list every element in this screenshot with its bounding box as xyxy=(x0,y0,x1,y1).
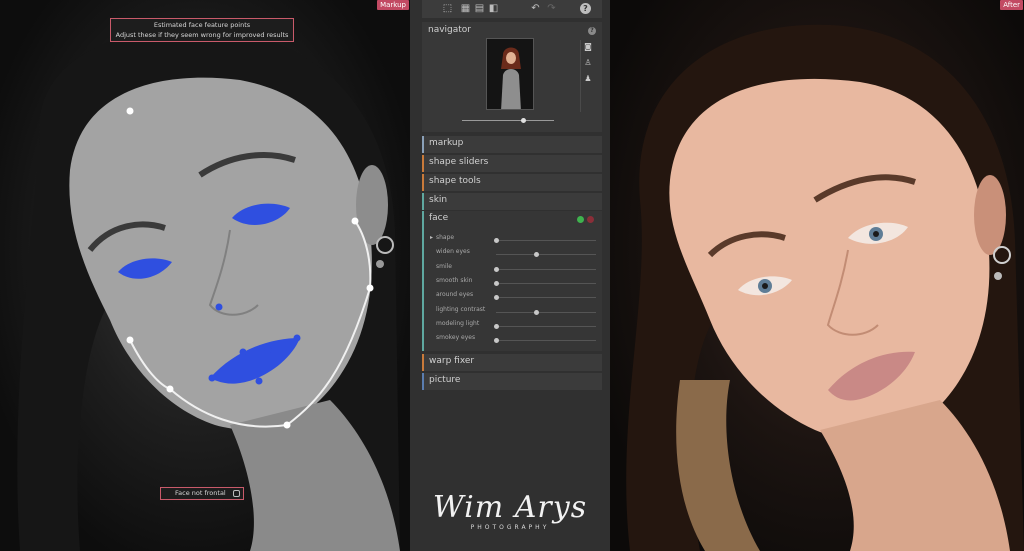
section-skin-label: skin xyxy=(429,195,448,205)
slider-label: modeling light xyxy=(436,319,480,327)
slider-handle[interactable] xyxy=(494,295,499,301)
person-icon[interactable]: ♙ xyxy=(583,58,593,68)
control-panel: ⬚ ▦ ▤ ◧ ↶ ↷ ? navigator ? ◙ ♙ ♟ markup s… xyxy=(410,0,610,551)
face-detect-icon[interactable]: ◙ xyxy=(583,42,593,52)
slider-label: smokey eyes xyxy=(436,334,476,342)
slider-track[interactable] xyxy=(494,266,596,272)
slider-track[interactable] xyxy=(494,280,596,286)
compare-view-icon[interactable]: ◧ xyxy=(488,3,499,14)
body-icon[interactable]: ♟ xyxy=(583,74,593,84)
face-not-frontal-toggle[interactable]: Face not frontal xyxy=(160,487,244,500)
redo-icon[interactable]: ↷ xyxy=(546,3,557,14)
slider-around-eyes[interactable]: around eyes xyxy=(424,290,602,302)
slider-smooth-skin[interactable]: smooth skin xyxy=(424,276,602,288)
zoom-slider[interactable] xyxy=(462,118,554,123)
slider-label: lighting contrast xyxy=(436,305,486,313)
slider-track[interactable] xyxy=(494,295,596,301)
watermark: Wim Arys PHOTOGRAPHY xyxy=(410,490,610,546)
slider-shape[interactable]: ▸ shape xyxy=(424,233,602,245)
photo-editor-window: Markup Estimated face feature points Adj… xyxy=(0,0,1024,551)
section-markup[interactable]: markup xyxy=(422,136,602,153)
section-shape-sliders[interactable]: shape sliders xyxy=(422,155,602,172)
slider-handle[interactable] xyxy=(534,252,539,258)
section-warp-fixer-label: warp fixer xyxy=(429,356,475,366)
face-not-frontal-checkbox[interactable] xyxy=(233,490,240,497)
slider-handle[interactable] xyxy=(494,266,499,272)
section-skin[interactable]: skin xyxy=(422,193,602,210)
slider-handle[interactable] xyxy=(534,309,539,315)
slider-track[interactable] xyxy=(494,238,596,243)
navigator-help-icon[interactable]: ? xyxy=(588,27,596,35)
section-markup-label: markup xyxy=(429,138,464,148)
slider-label: shape xyxy=(436,234,455,241)
slider-track[interactable] xyxy=(494,338,596,344)
section-picture[interactable]: picture xyxy=(422,373,602,390)
markup-view[interactable]: Markup Estimated face feature points Adj… xyxy=(0,0,410,551)
feature-points-tooltip: Estimated face feature points Adjust the… xyxy=(110,18,294,42)
slider-label: smooth skin xyxy=(436,276,473,284)
undo-icon[interactable]: ↶ xyxy=(530,3,541,14)
slider-smile[interactable]: smile xyxy=(424,262,602,274)
section-shape-tools-label: shape tools xyxy=(429,176,481,186)
slider-handle[interactable] xyxy=(494,238,499,243)
section-shape-sliders-label: shape sliders xyxy=(429,157,489,167)
after-view-label: After xyxy=(1000,0,1023,10)
slider-handle[interactable] xyxy=(494,280,499,286)
section-picture-label: picture xyxy=(429,375,461,385)
slider-widen-eyes[interactable]: widen eyes xyxy=(424,247,602,259)
after-view[interactable]: After xyxy=(610,0,1024,551)
slider-track[interactable] xyxy=(496,252,596,258)
select-tool-icon[interactable]: ⬚ xyxy=(442,3,453,14)
slider-smokey-eyes[interactable]: smokey eyes xyxy=(424,333,602,345)
navigator-panel: navigator ? ◙ ♙ ♟ xyxy=(422,22,602,132)
section-warp-fixer[interactable]: warp fixer xyxy=(422,354,602,371)
after-photo xyxy=(626,24,1024,551)
slider-handle[interactable] xyxy=(494,323,499,329)
slider-modeling-light[interactable]: modeling light xyxy=(424,319,602,331)
help-icon[interactable]: ? xyxy=(580,3,591,14)
watermark-name: Wim Arys xyxy=(432,490,588,525)
markup-view-label: Markup xyxy=(377,0,409,10)
toolbar: ⬚ ▦ ▤ ◧ ↶ ↷ ? xyxy=(422,0,602,18)
slider-label: smile xyxy=(436,262,452,270)
nose-point xyxy=(215,303,223,311)
slider-label: widen eyes xyxy=(436,248,470,256)
tooltip-line-1: Estimated face feature points xyxy=(153,21,251,29)
section-face-label[interactable]: face xyxy=(429,213,448,223)
face-reset-button[interactable] xyxy=(587,216,594,223)
tooltip-line-2: Adjust these if they seem wrong for impr… xyxy=(115,31,289,39)
face-enable-toggle[interactable] xyxy=(577,216,584,223)
navigator-tools: ◙ ♙ ♟ xyxy=(580,40,594,112)
section-face: face ▸ shape widen eyes smile smooth skin aro… xyxy=(422,211,602,351)
slider-handle[interactable] xyxy=(494,338,499,344)
slider-track[interactable] xyxy=(494,323,596,329)
expand-caret-icon[interactable]: ▸ xyxy=(430,234,433,241)
slider-label: around eyes xyxy=(436,291,474,299)
grid-view-icon[interactable]: ▤ xyxy=(474,3,485,14)
slider-lighting-contrast[interactable]: lighting contrast xyxy=(424,305,602,317)
face-markup-overlay[interactable] xyxy=(0,0,410,551)
forehead-point xyxy=(126,107,134,115)
slider-track[interactable] xyxy=(496,309,596,315)
section-shape-tools[interactable]: shape tools xyxy=(422,174,602,191)
navigator-title: navigator xyxy=(428,25,472,35)
face-not-frontal-label: Face not frontal xyxy=(175,489,226,497)
navigator-thumbnail[interactable] xyxy=(486,38,534,110)
split-view-icon[interactable]: ▦ xyxy=(460,3,471,14)
zoom-slider-handle[interactable] xyxy=(520,118,526,123)
